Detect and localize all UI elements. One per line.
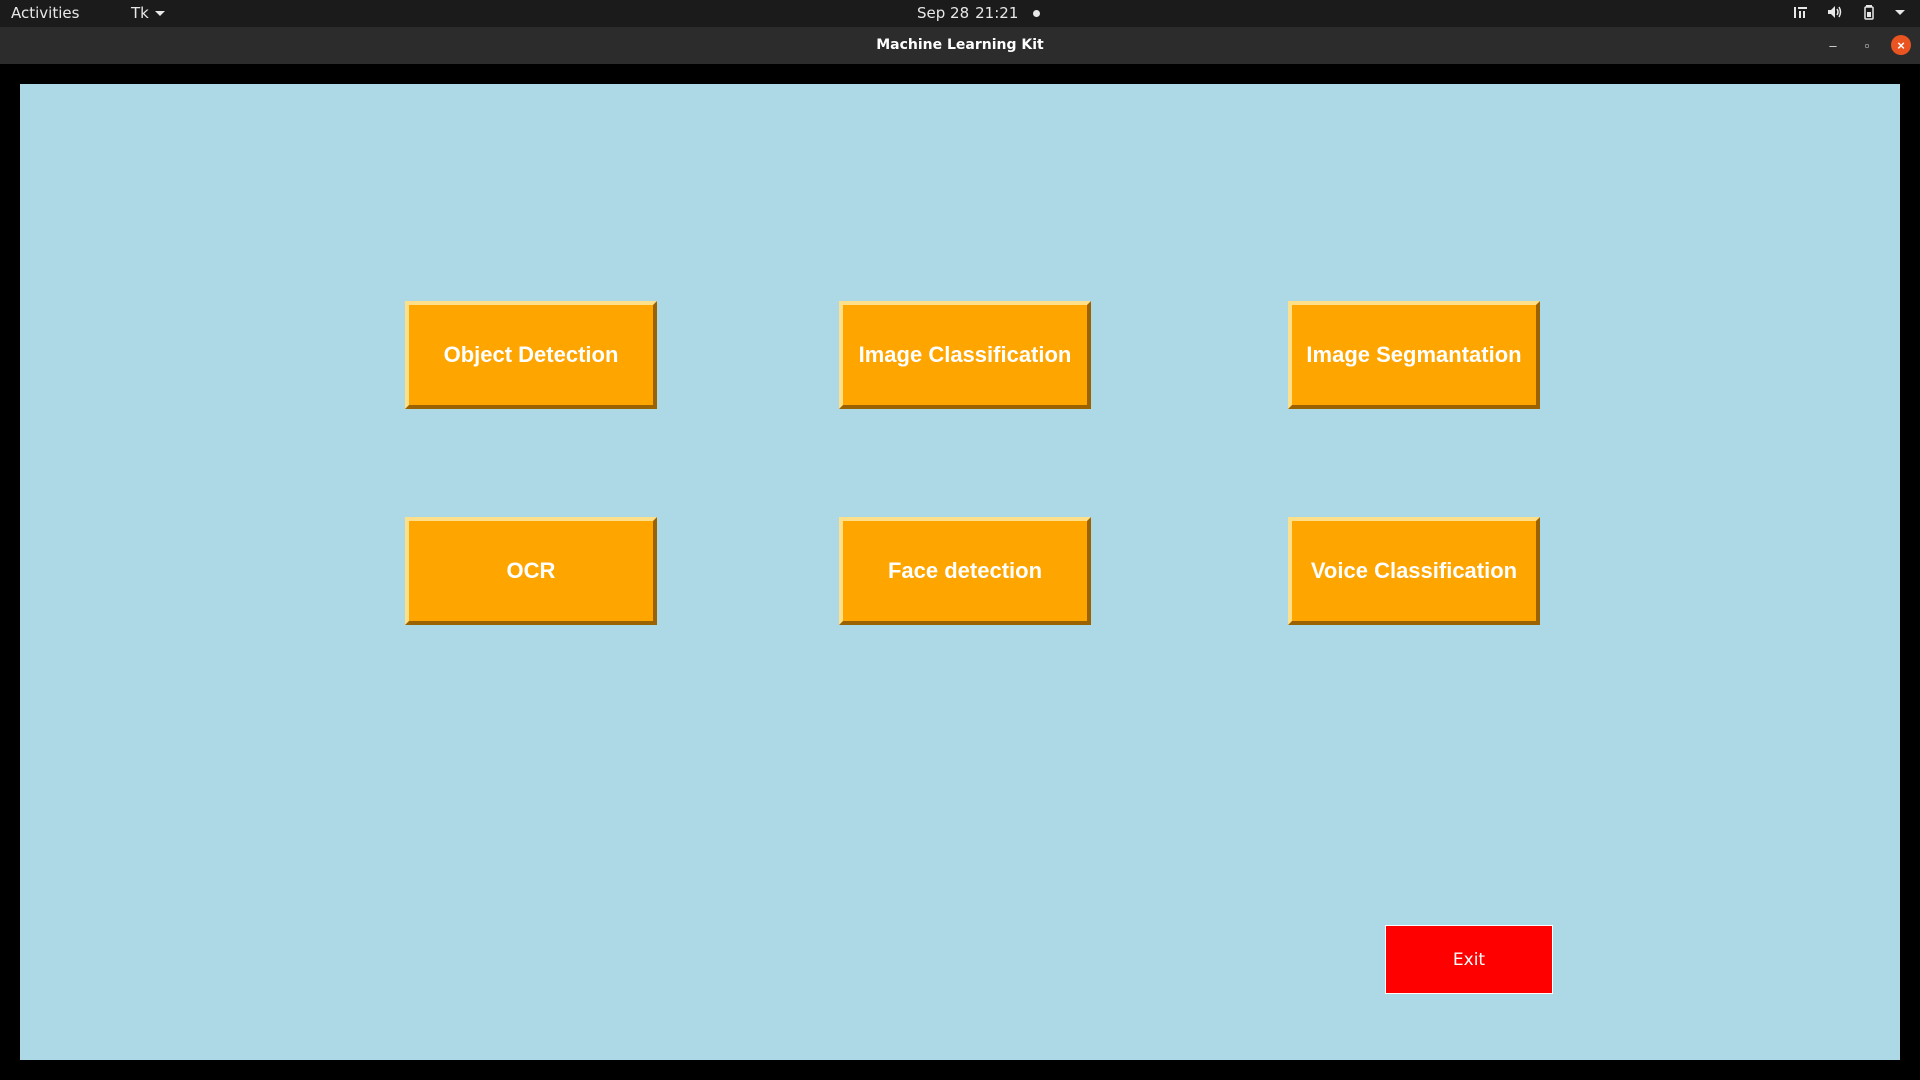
- close-button[interactable]: ×: [1891, 35, 1911, 55]
- system-top-bar: Activities Tk Sep 28 21:21: [0, 0, 1920, 27]
- object-detection-button[interactable]: Object Detection: [405, 301, 657, 409]
- system-tray[interactable]: [1793, 4, 1905, 20]
- minimize-button[interactable]: –: [1823, 35, 1843, 55]
- voice-classification-button[interactable]: Voice Classification: [1288, 517, 1540, 625]
- face-detection-button[interactable]: Face detection: [839, 517, 1091, 625]
- volume-icon: [1828, 6, 1842, 18]
- image-classification-button[interactable]: Image Classification: [839, 301, 1091, 409]
- exit-button[interactable]: Exit: [1385, 925, 1553, 994]
- activities-button[interactable]: Activities: [11, 4, 79, 22]
- chevron-down-icon: [154, 10, 165, 16]
- clock-date: Sep 28: [917, 4, 970, 22]
- app-menu-label: Tk: [131, 4, 149, 22]
- maximize-button[interactable]: ▫: [1857, 35, 1877, 55]
- battery-icon: [1864, 5, 1874, 20]
- clock-time: 21:21: [975, 4, 1019, 22]
- network-icon: [1794, 7, 1807, 18]
- system-menu-chevron-icon: [1895, 9, 1905, 15]
- window-titlebar[interactable]: Machine Learning Kit – ▫ ×: [0, 27, 1920, 64]
- app-menu[interactable]: Tk: [131, 4, 165, 22]
- image-segmentation-button[interactable]: Image Segmantation: [1288, 301, 1540, 409]
- main-panel: Object Detection Image Classification Im…: [20, 84, 1900, 1060]
- ocr-button[interactable]: OCR: [405, 517, 657, 625]
- window-title: Machine Learning Kit: [876, 37, 1044, 53]
- notification-dot-icon: [1033, 9, 1041, 17]
- clock[interactable]: Sep 28 21:21: [917, 4, 1041, 22]
